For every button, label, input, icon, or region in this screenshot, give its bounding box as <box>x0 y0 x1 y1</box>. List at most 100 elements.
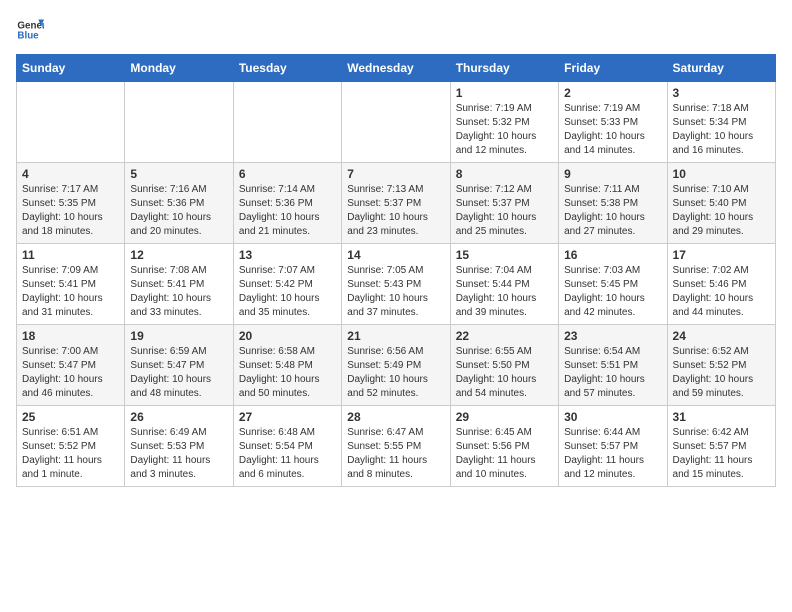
day-number: 8 <box>456 167 553 181</box>
weekday-header-friday: Friday <box>559 55 667 82</box>
calendar-cell: 22 Sunrise: 6:55 AM Sunset: 5:50 PM Dayli… <box>450 325 558 406</box>
day-content: Sunrise: 7:05 AM Sunset: 5:43 PM Dayligh… <box>347 264 444 320</box>
calendar-cell <box>233 82 341 163</box>
day-number: 11 <box>22 248 119 262</box>
day-number: 25 <box>22 410 119 424</box>
calendar-cell: 18 Sunrise: 7:00 AM Sunset: 5:47 PM Dayli… <box>17 325 125 406</box>
weekday-header-monday: Monday <box>125 55 233 82</box>
day-number: 28 <box>347 410 444 424</box>
day-number: 18 <box>22 329 119 343</box>
day-content: Sunrise: 7:09 AM Sunset: 5:41 PM Dayligh… <box>22 264 119 320</box>
calendar-cell: 9 Sunrise: 7:11 AM Sunset: 5:38 PM Daylig… <box>559 163 667 244</box>
day-number: 6 <box>239 167 336 181</box>
calendar-cell: 19 Sunrise: 6:59 AM Sunset: 5:47 PM Dayli… <box>125 325 233 406</box>
day-number: 23 <box>564 329 661 343</box>
svg-text:Blue: Blue <box>17 30 39 41</box>
calendar-week-2: 4Sunrise: 7:17 AM Sunset: 5:35 PM Daylig… <box>17 163 776 244</box>
day-number: 29 <box>456 410 553 424</box>
day-number: 13 <box>239 248 336 262</box>
day-number: 1 <box>456 86 553 100</box>
day-content: Sunrise: 7:11 AM Sunset: 5:38 PM Dayligh… <box>564 183 661 239</box>
calendar-cell <box>17 82 125 163</box>
calendar-cell: 16 Sunrise: 7:03 AM Sunset: 5:45 PM Dayli… <box>559 244 667 325</box>
weekday-header-saturday: Saturday <box>667 55 775 82</box>
calendar-cell: 23 Sunrise: 6:54 AM Sunset: 5:51 PM Dayli… <box>559 325 667 406</box>
day-number: 5 <box>130 167 227 181</box>
day-content: Sunrise: 6:42 AM Sunset: 5:57 PM Dayligh… <box>673 426 770 482</box>
day-content: Sunrise: 6:44 AM Sunset: 5:57 PM Dayligh… <box>564 426 661 482</box>
weekday-header-tuesday: Tuesday <box>233 55 341 82</box>
day-content: Sunrise: 7:08 AM Sunset: 5:41 PM Dayligh… <box>130 264 227 320</box>
day-content: Sunrise: 7:02 AM Sunset: 5:46 PM Dayligh… <box>673 264 770 320</box>
day-number: 26 <box>130 410 227 424</box>
calendar-cell: 31 Sunrise: 6:42 AM Sunset: 5:57 PM Dayli… <box>667 406 775 487</box>
day-number: 9 <box>564 167 661 181</box>
calendar-cell: 13Sunrise: 7:07 AM Sunset: 5:42 PM Dayli… <box>233 244 341 325</box>
day-content: Sunrise: 6:59 AM Sunset: 5:47 PM Dayligh… <box>130 345 227 401</box>
weekday-header-thursday: Thursday <box>450 55 558 82</box>
calendar-cell: 21 Sunrise: 6:56 AM Sunset: 5:49 PM Dayli… <box>342 325 450 406</box>
calendar-cell: 10 Sunrise: 7:10 AM Sunset: 5:40 PM Dayli… <box>667 163 775 244</box>
calendar-table: SundayMondayTuesdayWednesdayThursdayFrid… <box>16 54 776 487</box>
calendar-cell <box>342 82 450 163</box>
calendar-cell: 29 Sunrise: 6:45 AM Sunset: 5:56 PM Dayli… <box>450 406 558 487</box>
day-number: 24 <box>673 329 770 343</box>
calendar-cell: 25 Sunrise: 6:51 AM Sunset: 5:52 PM Dayli… <box>17 406 125 487</box>
day-content: Sunrise: 6:52 AM Sunset: 5:52 PM Dayligh… <box>673 345 770 401</box>
calendar-cell: 20Sunrise: 6:58 AM Sunset: 5:48 PM Dayli… <box>233 325 341 406</box>
calendar-week-5: 25 Sunrise: 6:51 AM Sunset: 5:52 PM Dayli… <box>17 406 776 487</box>
day-content: Sunrise: 6:54 AM Sunset: 5:51 PM Dayligh… <box>564 345 661 401</box>
day-content: Sunrise: 7:19 AM Sunset: 5:33 PM Dayligh… <box>564 102 661 158</box>
day-number: 15 <box>456 248 553 262</box>
calendar-cell: 30 Sunrise: 6:44 AM Sunset: 5:57 PM Dayli… <box>559 406 667 487</box>
day-content: Sunrise: 6:51 AM Sunset: 5:52 PM Dayligh… <box>22 426 119 482</box>
calendar-cell: 17 Sunrise: 7:02 AM Sunset: 5:46 PM Dayli… <box>667 244 775 325</box>
calendar-cell: 1Sunrise: 7:19 AM Sunset: 5:32 PM Daylig… <box>450 82 558 163</box>
day-number: 22 <box>456 329 553 343</box>
calendar-cell: 15 Sunrise: 7:04 AM Sunset: 5:44 PM Dayli… <box>450 244 558 325</box>
calendar-cell: 3 Sunrise: 7:18 AM Sunset: 5:34 PM Daylig… <box>667 82 775 163</box>
logo-icon: General Blue <box>16 16 44 44</box>
day-number: 30 <box>564 410 661 424</box>
calendar-cell: 2 Sunrise: 7:19 AM Sunset: 5:33 PM Daylig… <box>559 82 667 163</box>
day-number: 16 <box>564 248 661 262</box>
calendar-week-1: 1Sunrise: 7:19 AM Sunset: 5:32 PM Daylig… <box>17 82 776 163</box>
day-number: 19 <box>130 329 227 343</box>
calendar-week-3: 11 Sunrise: 7:09 AM Sunset: 5:41 PM Dayli… <box>17 244 776 325</box>
day-number: 2 <box>564 86 661 100</box>
calendar-cell: 7Sunrise: 7:13 AM Sunset: 5:37 PM Daylig… <box>342 163 450 244</box>
day-content: Sunrise: 7:10 AM Sunset: 5:40 PM Dayligh… <box>673 183 770 239</box>
day-content: Sunrise: 7:04 AM Sunset: 5:44 PM Dayligh… <box>456 264 553 320</box>
day-content: Sunrise: 7:12 AM Sunset: 5:37 PM Dayligh… <box>456 183 553 239</box>
calendar-cell: 6 Sunrise: 7:14 AM Sunset: 5:36 PM Daylig… <box>233 163 341 244</box>
day-content: Sunrise: 7:18 AM Sunset: 5:34 PM Dayligh… <box>673 102 770 158</box>
calendar-cell: 14 Sunrise: 7:05 AM Sunset: 5:43 PM Dayli… <box>342 244 450 325</box>
day-number: 21 <box>347 329 444 343</box>
day-content: Sunrise: 6:49 AM Sunset: 5:53 PM Dayligh… <box>130 426 227 482</box>
day-number: 10 <box>673 167 770 181</box>
day-number: 12 <box>130 248 227 262</box>
day-content: Sunrise: 6:58 AM Sunset: 5:48 PM Dayligh… <box>239 345 336 401</box>
weekday-header-row: SundayMondayTuesdayWednesdayThursdayFrid… <box>17 55 776 82</box>
calendar-cell: 11 Sunrise: 7:09 AM Sunset: 5:41 PM Dayli… <box>17 244 125 325</box>
day-content: Sunrise: 7:13 AM Sunset: 5:37 PM Dayligh… <box>347 183 444 239</box>
day-content: Sunrise: 7:17 AM Sunset: 5:35 PM Dayligh… <box>22 183 119 239</box>
logo: General Blue <box>16 16 44 44</box>
day-content: Sunrise: 6:45 AM Sunset: 5:56 PM Dayligh… <box>456 426 553 482</box>
day-content: Sunrise: 7:16 AM Sunset: 5:36 PM Dayligh… <box>130 183 227 239</box>
calendar-cell <box>125 82 233 163</box>
calendar-cell: 12 Sunrise: 7:08 AM Sunset: 5:41 PM Dayli… <box>125 244 233 325</box>
calendar-cell: 26 Sunrise: 6:49 AM Sunset: 5:53 PM Dayli… <box>125 406 233 487</box>
calendar-cell: 5 Sunrise: 7:16 AM Sunset: 5:36 PM Daylig… <box>125 163 233 244</box>
day-content: Sunrise: 7:03 AM Sunset: 5:45 PM Dayligh… <box>564 264 661 320</box>
day-content: Sunrise: 6:55 AM Sunset: 5:50 PM Dayligh… <box>456 345 553 401</box>
day-content: Sunrise: 6:56 AM Sunset: 5:49 PM Dayligh… <box>347 345 444 401</box>
day-content: Sunrise: 6:47 AM Sunset: 5:55 PM Dayligh… <box>347 426 444 482</box>
day-content: Sunrise: 7:14 AM Sunset: 5:36 PM Dayligh… <box>239 183 336 239</box>
calendar-cell: 28 Sunrise: 6:47 AM Sunset: 5:55 PM Dayli… <box>342 406 450 487</box>
day-number: 31 <box>673 410 770 424</box>
day-number: 14 <box>347 248 444 262</box>
day-number: 3 <box>673 86 770 100</box>
day-content: Sunrise: 7:00 AM Sunset: 5:47 PM Dayligh… <box>22 345 119 401</box>
day-number: 17 <box>673 248 770 262</box>
